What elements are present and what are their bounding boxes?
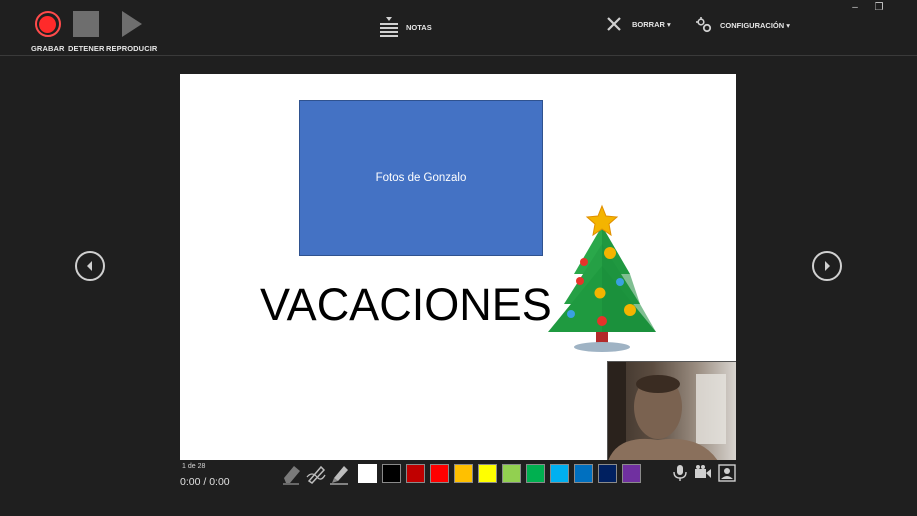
recording-toolbar: GRABAR DETENER REPRODUCIR NOTAS BORRAR ▾ <box>0 0 917 56</box>
record-icon <box>34 11 61 37</box>
video-camera-icon[interactable] <box>694 464 712 482</box>
pen-color-swatch[interactable] <box>454 464 473 483</box>
photo-placeholder-label: Fotos de Gonzalo <box>375 172 467 184</box>
stop-icon <box>73 11 100 37</box>
next-slide-icon <box>825 261 830 271</box>
pen-icon[interactable] <box>305 463 327 485</box>
pen-color-swatch[interactable] <box>358 464 377 483</box>
clear-x-icon <box>607 17 621 31</box>
pen-color-swatch[interactable] <box>598 464 617 483</box>
play-label: REPRODUCIR <box>106 44 158 53</box>
pen-color-swatch[interactable] <box>526 464 545 483</box>
play-icon <box>121 11 142 37</box>
clear-label: BORRAR ▾ <box>632 19 671 29</box>
notes-icon <box>380 17 398 37</box>
camera-preview <box>607 361 736 460</box>
pen-color-swatch[interactable] <box>622 464 641 483</box>
previous-slide-button[interactable] <box>75 251 105 281</box>
pen-color-swatch[interactable] <box>550 464 569 483</box>
pen-color-swatch[interactable] <box>478 464 497 483</box>
slide-title: VACACIONES <box>260 279 552 330</box>
recording-timer: 0:00 / 0:00 <box>180 476 230 488</box>
clear-button[interactable]: BORRAR ▾ <box>607 17 671 31</box>
eraser-icon[interactable] <box>281 463 303 485</box>
minimize-button[interactable]: – <box>848 3 862 13</box>
pen-color-swatch[interactable] <box>502 464 521 483</box>
play-button[interactable]: REPRODUCIR <box>106 10 157 53</box>
slide-canvas[interactable]: Fotos de Gonzalo VACACIONES <box>180 74 736 460</box>
person-silhouette <box>608 362 726 460</box>
photo-placeholder-box[interactable]: Fotos de Gonzalo <box>299 100 543 256</box>
pen-color-swatch[interactable] <box>406 464 425 483</box>
record-button[interactable]: GRABAR <box>31 10 65 53</box>
settings-label: CONFIGURACIÓN ▾ <box>720 20 791 30</box>
notes-label: NOTAS <box>406 22 432 32</box>
camera-preview-icon[interactable] <box>718 464 736 482</box>
pen-color-swatch[interactable] <box>430 464 449 483</box>
record-label: GRABAR <box>31 44 65 53</box>
next-slide-button[interactable] <box>812 251 842 281</box>
stop-label: DETENER <box>68 44 105 53</box>
pen-color-swatch[interactable] <box>382 464 401 483</box>
slide-counter: 1 de 28 <box>182 463 206 470</box>
previous-slide-icon <box>87 261 92 271</box>
notes-button[interactable]: NOTAS <box>380 17 432 37</box>
settings-button[interactable]: CONFIGURACIÓN ▾ <box>696 17 790 33</box>
pen-color-swatch[interactable] <box>574 464 593 483</box>
restore-button[interactable]: ❐ <box>872 3 886 13</box>
settings-icon <box>696 17 712 33</box>
microphone-icon[interactable] <box>671 464 689 482</box>
christmas-tree-icon <box>548 204 656 352</box>
highlighter-icon[interactable] <box>328 463 350 485</box>
stop-button[interactable]: DETENER <box>68 10 105 53</box>
